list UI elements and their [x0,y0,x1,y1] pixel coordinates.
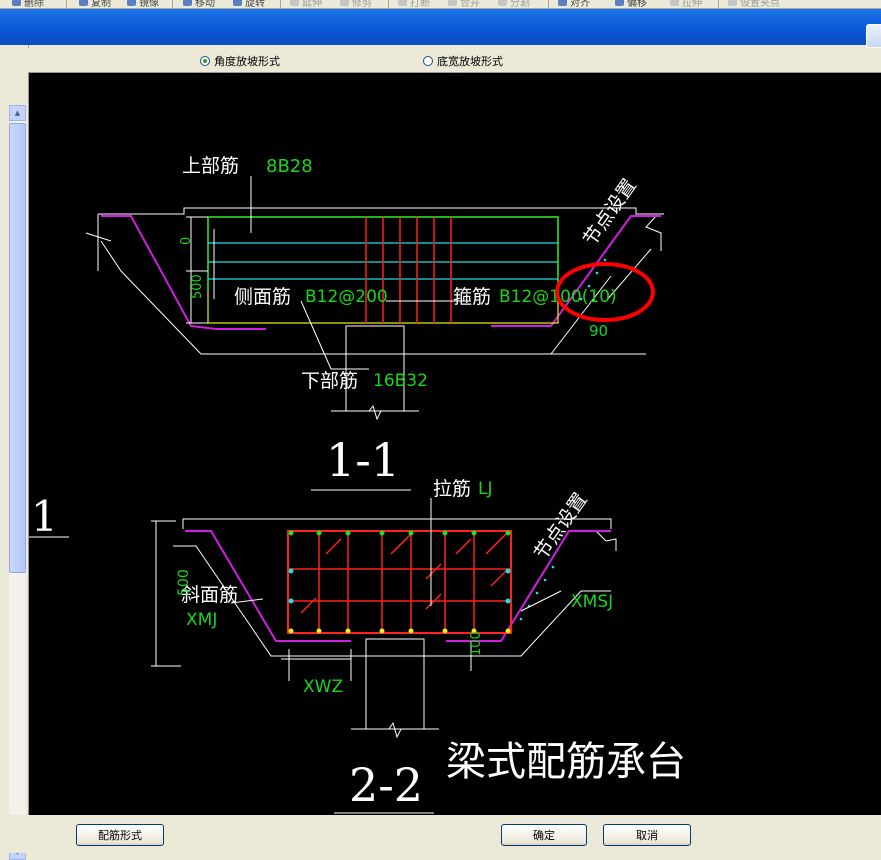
dim-500-2: 500 [176,569,192,596]
tie-bar-value: LJ [478,479,493,499]
scrollbar-thumb[interactable] [9,123,26,573]
offset-button[interactable]: 偏移 [615,0,647,8]
dialog-titlebar [0,9,881,48]
radio-selected-icon[interactable] [200,56,210,66]
split-button[interactable]: 分割 [498,0,530,8]
window-control-button[interactable] [866,24,881,48]
ok-button[interactable]: 确定 [501,824,587,846]
scroll-up-icon[interactable]: ▲ [9,105,26,121]
node-setting-2[interactable]: 节点设置 [530,489,592,564]
section1-title: 1-1 [326,433,400,487]
toolbar-separator [388,0,389,8]
break-button[interactable]: 打断 [398,0,430,8]
toolbar-separator [172,0,173,8]
stretch-button[interactable]: 拉伸 [670,0,702,8]
align-button[interactable]: 对齐 [558,0,590,8]
section1-outline [98,207,664,215]
toolbar-separator [280,0,281,8]
trim-button[interactable]: 修剪 [340,0,372,8]
width-slope-label: 底宽放坡形式 [437,55,503,68]
slope-rebar-value: XMJ [186,610,217,630]
radio-unselected-icon[interactable] [423,56,433,66]
drawing-title: 梁式配筋承台 [446,739,686,785]
slope-form-options: 角度放坡形式 底宽放坡形式 [28,48,881,72]
stirrup-label: 箍筋 [453,286,491,308]
width-slope-radio[interactable]: 底宽放坡形式 [423,53,503,69]
copy-button[interactable]: 复制 [79,0,111,8]
toolbar-separator [66,0,67,8]
dim-0: 0 [179,237,194,245]
angle-slope-radio[interactable]: 角度放坡形式 [200,53,280,69]
merge-button[interactable]: 合并 [448,0,480,8]
section1-left-formwork [101,215,266,330]
move-button[interactable]: 移动 [183,0,215,8]
toolbar-separator [548,0,549,8]
xmsj-label: XMSJ [571,592,613,612]
section2-right-formwork [446,530,611,642]
section2-column [365,638,425,730]
mirror-button[interactable]: 镜像 [127,0,159,8]
section2-title: 2-2 [349,758,423,812]
delete-button[interactable]: 删除 [12,0,44,8]
left-panel: ▲ ▼ [0,45,29,860]
top-rebar-value: 8B28 [266,156,313,177]
node-setting-1[interactable]: 节点设置 [579,175,641,250]
angle-slope-label: 角度放坡形式 [214,55,280,68]
vertical-scrollbar[interactable]: ▲ ▼ [9,105,26,860]
side-rebar-value: B12@200 [305,287,388,307]
toolbar: 删除 复制 镜像 移动 旋转 延伸 修剪 打断 合并 分割 对齐 偏移 拉伸 设… [0,0,881,9]
rebar-form-button[interactable]: 配筋形式 [76,824,164,846]
drawing-canvas: 上部筋 8B28 侧面筋 B12@200 箍筋 B12@100(10) 下部筋 … [28,72,881,816]
top-rebar-label: 上部筋 [182,155,239,177]
xwz-label: XWZ [303,677,343,697]
tie-bar-label: 拉筋 [433,478,471,500]
dialog-button-bar: 配筋形式 确定 取消 [0,815,881,853]
angle-90: 90 [589,322,608,340]
cancel-button[interactable]: 取消 [603,824,691,846]
dim-500: 500 [190,274,205,299]
side-rebar-label: 侧面筋 [234,286,291,308]
dim-100: 100 [469,631,484,656]
toolbar-separator [718,0,719,8]
bottom-rebar-value: 16B32 [373,371,428,391]
rotate-button[interactable]: 旋转 [233,0,265,8]
bottom-rebar-label: 下部筋 [301,370,358,392]
section-marker: 1 [31,492,58,541]
extend-button[interactable]: 延伸 [290,0,322,8]
set-grip-button[interactable]: 设置夹点 [728,0,780,8]
